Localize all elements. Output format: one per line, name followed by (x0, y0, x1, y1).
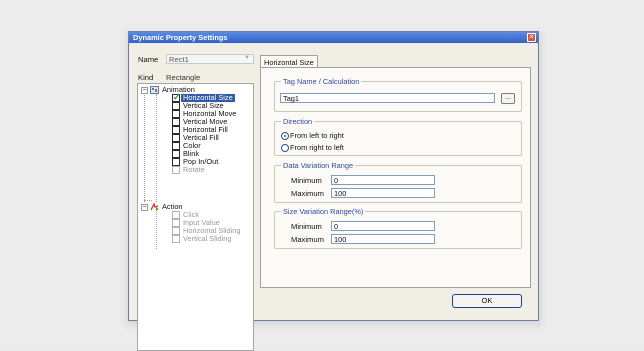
ellipsis-icon: ... (505, 94, 511, 101)
kind-label: Kind (138, 73, 154, 82)
name-combo[interactable]: Rect1 ▼ (166, 54, 254, 64)
direction-group: Direction From left to right From right … (274, 117, 522, 156)
checkbox-horizontal-move[interactable] (172, 110, 180, 118)
size-max-input[interactable]: 100 (331, 234, 435, 244)
name-label: Name (138, 55, 159, 64)
tree-item-rotate: Rotate (183, 165, 205, 174)
tag-name-input[interactable]: Tag1 (280, 93, 495, 103)
radio-selected-icon (284, 135, 286, 137)
checkbox-blink[interactable] (172, 150, 180, 158)
size-variation-range-group: Size Variation Range(%) Minimum 0 Maximu… (274, 207, 522, 249)
checkbox-vertical-sliding (172, 235, 180, 243)
size-min-input[interactable]: 0 (331, 221, 435, 231)
checkbox-pop-in-out[interactable] (172, 158, 180, 166)
checkbox-input-value (172, 219, 180, 227)
title-bar: Dynamic Property Settings ✕ (129, 32, 538, 43)
property-tree[interactable]: − Animation ✓ Horizontal Size Vertical S… (137, 83, 254, 351)
action-icon (150, 202, 159, 211)
radio-right-to-left[interactable] (281, 144, 289, 152)
direction-option-right-to-left[interactable]: From right to left (290, 144, 344, 152)
data-min-input[interactable]: 0 (331, 175, 435, 185)
size-range-title: Size Variation Range(%) (281, 207, 366, 216)
browse-button[interactable]: ... (501, 93, 515, 104)
checkbox-horizontal-sliding (172, 227, 180, 235)
dynamic-property-dialog: Dynamic Property Settings ✕ Name Rect1 ▼… (128, 31, 539, 351)
checkbox-vertical-size[interactable] (172, 102, 180, 110)
tree-connector (156, 94, 157, 202)
chevron-down-icon: ▼ (244, 55, 250, 61)
tree-connector (156, 207, 157, 249)
checkbox-vertical-fill[interactable] (172, 134, 180, 142)
close-icon: ✕ (528, 34, 535, 41)
kind-value: Rectangle (166, 73, 201, 82)
tree-item-vertical-sliding: Vertical Sliding (183, 234, 232, 243)
direction-option-left-to-right[interactable]: From left to right (290, 132, 344, 140)
animation-icon (150, 86, 159, 94)
action-collapse-toggle[interactable]: − (141, 204, 148, 211)
tag-name-group: Tag Name / Calculation Tag1 ... (274, 77, 522, 112)
checkbox-color[interactable] (172, 142, 180, 150)
data-max-label: Maximum (291, 189, 324, 198)
animation-collapse-toggle[interactable]: − (141, 87, 148, 94)
checkbox-click (172, 211, 180, 219)
size-min-label: Minimum (291, 222, 322, 231)
checkbox-rotate (172, 166, 180, 174)
ok-button[interactable]: OK (452, 294, 522, 308)
tree-connector (144, 200, 152, 201)
direction-group-title: Direction (281, 117, 315, 126)
size-max-value: 100 (334, 235, 347, 244)
data-range-title: Data Variation Range (281, 161, 356, 170)
data-max-input[interactable]: 100 (331, 188, 435, 198)
data-min-label: Minimum (291, 176, 322, 185)
checkbox-horizontal-fill[interactable] (172, 126, 180, 134)
data-max-value: 100 (334, 189, 347, 198)
size-min-value: 0 (334, 222, 339, 231)
tab-panel: Tag Name / Calculation Tag1 ... Directio… (260, 67, 531, 288)
size-max-label: Maximum (291, 235, 324, 244)
window-title: Dynamic Property Settings (133, 33, 228, 42)
close-button[interactable]: ✕ (527, 33, 536, 42)
tab-label: Horizontal Size (264, 58, 314, 67)
tag-name-value: Tag1 (283, 94, 300, 103)
radio-left-to-right[interactable] (281, 132, 289, 140)
tree-connector (144, 92, 145, 202)
data-min-value: 0 (334, 176, 339, 185)
tree-group-action[interactable]: Action (162, 203, 183, 211)
name-value: Rect1 (169, 55, 189, 64)
tag-name-group-title: Tag Name / Calculation (281, 77, 362, 86)
checkbox-horizontal-size[interactable]: ✓ (172, 92, 181, 102)
checkbox-vertical-move[interactable] (172, 118, 180, 126)
data-variation-range-group: Data Variation Range Minimum 0 Maximum 1… (274, 161, 522, 203)
